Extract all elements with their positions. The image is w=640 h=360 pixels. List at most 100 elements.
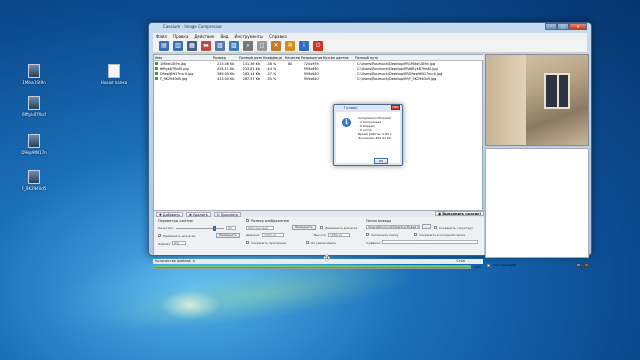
apply-all-checkbox[interactable]: [158, 234, 161, 237]
photo-thumbnail-icon: [28, 96, 40, 110]
preview-photo-wall: [486, 55, 526, 145]
wallpaper-glow: [160, 290, 220, 320]
width-label: Ширина:: [246, 233, 260, 237]
desktop-icon-3[interactable]: 6fftyk87fksf: [16, 96, 52, 117]
output-path-input[interactable]: \Users\Roumuck\Desktop\Новая папка: [366, 225, 420, 229]
column-header-name[interactable]: Имя: [154, 56, 212, 60]
resize-checkbox[interactable]: [246, 219, 249, 222]
width-input[interactable]: 1900 px: [262, 233, 284, 237]
compression-section-title: Параметры сжатия: [158, 219, 193, 223]
column-header-path[interactable]: Полный путь: [354, 56, 484, 60]
status-ok-icon: [155, 77, 158, 80]
column-header-quality[interactable]: Качество: [284, 56, 300, 60]
output-section-title: Папка вывода: [366, 219, 392, 223]
progress-fill: [154, 266, 470, 268]
auto-preview-checkbox[interactable]: [487, 263, 490, 267]
photo-thumbnail-icon: [28, 134, 40, 148]
column-header-ratio[interactable]: Коэффици: [262, 56, 284, 60]
compress-button[interactable]: ▣ Выполнить сжатие!: [434, 211, 484, 216]
no-enlarge-checkbox[interactable]: [306, 241, 309, 244]
power-icon[interactable]: ⏻: [313, 40, 323, 51]
resize-apply-all-checkbox[interactable]: [320, 226, 323, 229]
table-row[interactable]: D9ep9tN17ncrX.jpg 289.05 Kb 183.14 Kb -37 %…: [154, 71, 484, 76]
search-icon[interactable]: ⌕: [243, 40, 253, 51]
menu-action[interactable]: Действие: [194, 34, 214, 39]
preview-icon[interactable]: ◻: [257, 40, 267, 51]
menu-view[interactable]: Вид: [220, 34, 228, 39]
quality-input[interactable]: 80: [226, 226, 236, 230]
same-folder-label: Сохранить в исходной папке: [419, 233, 465, 237]
column-header-colors[interactable]: Кол-во цветов: [322, 56, 354, 60]
desktop-icon-5[interactable]: F_9K2940d5: [16, 170, 52, 191]
keep-structure-checkbox[interactable]: [434, 226, 437, 229]
menu-file[interactable]: Файл: [156, 34, 167, 39]
tools-icon[interactable]: ✕: [271, 40, 281, 51]
export-icon[interactable]: ▨: [229, 40, 239, 51]
column-header-new-size[interactable]: Полный разм: [238, 56, 262, 60]
save-icon[interactable]: ▦: [187, 40, 197, 51]
status-ok-icon: [155, 62, 158, 65]
ok-button[interactable]: OK: [374, 158, 388, 164]
table-cell-ratio: -35 %: [266, 76, 277, 81]
desktop-icon-2[interactable]: Новая папка: [96, 64, 132, 85]
remove-button[interactable]: ✖ Удалить: [186, 211, 211, 217]
apply-quality-button[interactable]: Применить: [216, 233, 240, 238]
menu-edit[interactable]: Правка: [173, 34, 188, 39]
toolbar: ▤ ▥ ▦ ▬ ▧ ▨ ⌕ ◻ ✕ ✲ i ⏻: [153, 39, 587, 53]
keep-ratio-label: Сохранить пропорции: [251, 241, 287, 245]
desktop-icon-label: Новая папка: [100, 80, 128, 85]
menu-help[interactable]: Справка: [269, 34, 287, 39]
table-cell-ratio: -44 %: [266, 66, 277, 71]
remove-icon[interactable]: ▬: [201, 40, 211, 51]
table-cell-new: 267.57 Kb: [242, 76, 261, 81]
dialog-body: i Compression finished! - 4 compressed -…: [336, 112, 400, 164]
desktop-icon-label: 1Mike1St9n: [22, 80, 46, 85]
maximize-button[interactable]: □: [557, 23, 569, 30]
minimize-button[interactable]: –: [545, 23, 557, 30]
column-header-size[interactable]: Размер: [212, 56, 238, 60]
suffix-input[interactable]: [382, 240, 478, 244]
compressed-preview: [485, 148, 589, 258]
status-bar: Количество файлов: 4 Стоп: [153, 259, 483, 264]
title-bar[interactable]: Caesium - Image Compressor – □ ✕: [149, 23, 591, 31]
open-icon[interactable]: ▤: [159, 40, 169, 51]
add-button[interactable]: ✚ Добавить: [156, 211, 183, 217]
photo-thumbnail-icon: [28, 64, 40, 78]
resize-mode-select[interactable]: Абсолютный: [246, 226, 274, 230]
desktop-icon-label: F_9K2940d5: [21, 186, 47, 191]
table-cell-res: 959x640: [303, 76, 319, 81]
preview-button[interactable]: ↻ Просмотр: [213, 211, 242, 217]
gear-icon[interactable]: ✲: [285, 40, 295, 51]
same-folder-checkbox[interactable]: [414, 233, 417, 236]
desktop-icon-1[interactable]: 1Mike1St9n: [16, 64, 52, 85]
table-cell-name: 1Mike1St9n.jpg: [159, 61, 187, 66]
folder-icon[interactable]: ▥: [173, 40, 183, 51]
result-dialog: Готово! ✕ i Compression finished! - 4 co…: [333, 104, 403, 166]
apply-resize-button[interactable]: Применить: [292, 225, 316, 230]
cancel-button[interactable]: Стоп: [456, 259, 465, 264]
table-row[interactable]: 1Mike1St9n.jpg 213.06 Kb 131.36 Kb -38 % 80 7…: [154, 61, 484, 66]
window-controls: – □ ✕: [545, 23, 587, 30]
zoom-icon[interactable]: [576, 263, 581, 267]
desktop-icon-4[interactable]: D9ep9tN17n: [16, 134, 52, 155]
height-input[interactable]: 1080 px: [328, 233, 350, 237]
clear-icon[interactable]: ▧: [215, 40, 225, 51]
table-cell-name: F_9K2940d5.jpg: [159, 76, 188, 81]
dialog-line: Экономия: 462.41 Kb: [358, 136, 391, 140]
quality-slider-knob[interactable]: [212, 226, 216, 231]
quality-slider-track[interactable]: [176, 228, 224, 229]
suffix-label: Суффикс:: [366, 241, 382, 245]
menu-tools[interactable]: Инструменты: [235, 34, 264, 39]
remember-folder-checkbox[interactable]: [366, 233, 369, 236]
table-cell-name: D9ep9tN17ncrX.jpg: [159, 71, 194, 76]
keep-ratio-checkbox[interactable]: [246, 241, 249, 244]
format-select[interactable]: JPG: [172, 241, 186, 245]
browse-button[interactable]: ...: [422, 224, 431, 229]
column-header-resolution[interactable]: Разрешение: [300, 56, 322, 60]
dialog-close-button[interactable]: ✕: [391, 105, 400, 110]
info-icon[interactable]: i: [299, 40, 309, 51]
close-button[interactable]: ✕: [569, 23, 587, 30]
table-row[interactable]: F_9K2940d5.jpg 413.05 Kb 267.57 Kb -35 % 959…: [154, 76, 484, 81]
remove-preview-icon[interactable]: [584, 263, 589, 267]
table-row[interactable]: 6fftyk87fksf0.jpg 414.11 Kb 233.81 Kb -44 %…: [154, 66, 484, 71]
